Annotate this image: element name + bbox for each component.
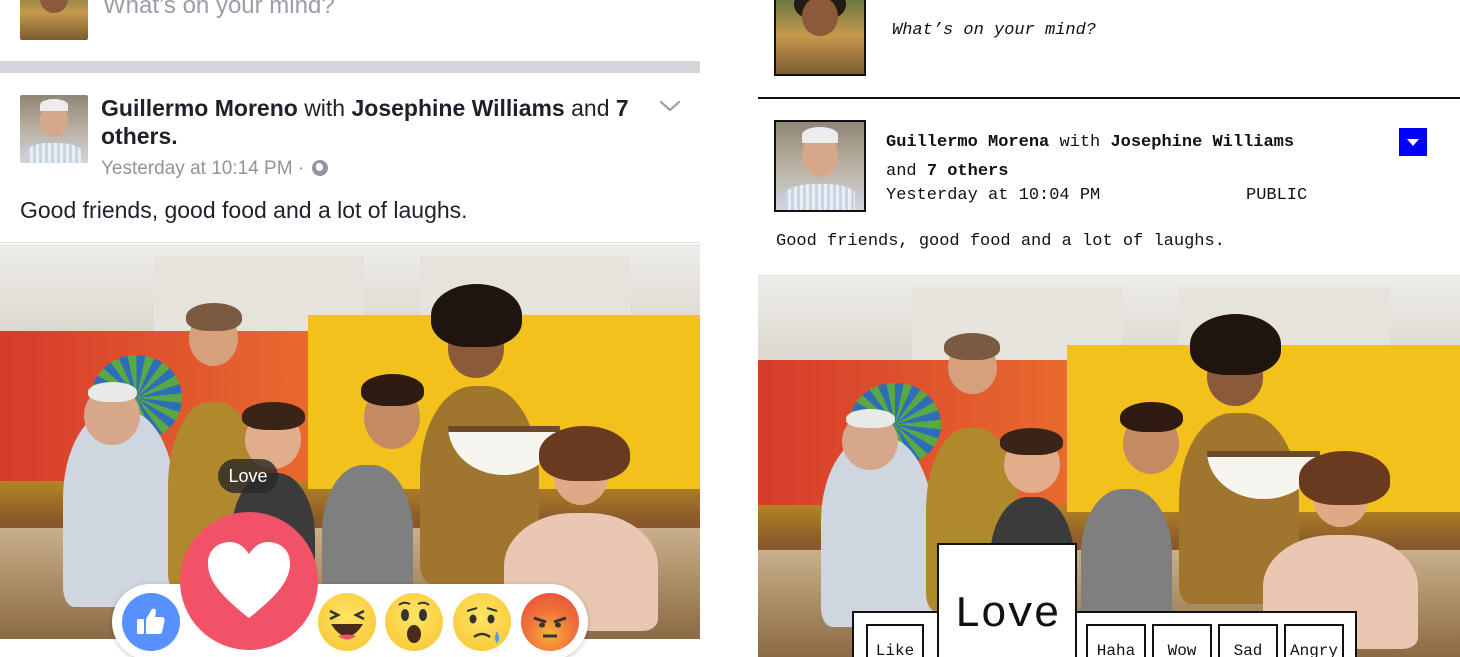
sad-face-icon [466,607,499,643]
wireframe-mockup-panel: What’s on your mind? Guillermo Morena wi… [758,0,1460,657]
author-name-link[interactable]: Guillermo Moreno [101,95,298,121]
feed-divider [758,97,1460,99]
others-link[interactable]: 7 others [927,162,1009,181]
love-reaction-button[interactable]: Love [937,543,1077,657]
wow-reaction-button[interactable]: Wow [1152,624,1212,657]
post-photo-border [0,242,700,243]
composer-input[interactable]: What’s on your mind? [892,21,1096,40]
and-text: and [886,162,917,181]
heart-icon [208,542,290,618]
reaction-tooltip: Love [218,459,278,493]
author-name-link[interactable]: Guillermo Morena [886,133,1049,152]
surprised-face-icon [398,601,430,643]
post-photo[interactable] [758,276,1460,657]
laughing-face-icon [329,609,365,640]
feed-divider [0,61,700,73]
angry-face-icon [533,616,567,638]
post-timestamp[interactable]: Yesterday at 10:14 PM [101,158,293,179]
post-meta: Yesterday at 10:14 PM · [101,158,329,180]
post-text: Good friends, good food and a lot of lau… [20,197,468,223]
facebook-mockup-panel: What’s on your mind? Guillermo Moreno wi… [0,0,700,657]
chevron-down-icon[interactable] [658,96,682,116]
haha-reaction-button[interactable] [318,593,376,651]
wow-reaction-button[interactable] [385,593,443,651]
and-text: and [571,95,610,121]
composer-avatar[interactable] [774,0,866,76]
haha-reaction-button[interactable]: Haha [1086,624,1146,657]
like-reaction-button[interactable] [122,593,180,651]
angry-reaction-button[interactable]: Angry [1284,624,1344,657]
like-reaction-button[interactable]: Like [866,624,924,657]
author-avatar[interactable] [774,120,866,212]
globe-icon[interactable] [312,160,329,176]
composer-avatar[interactable] [20,0,88,40]
post-author-line: Guillermo Moreno with Josephine Williams… [101,94,641,150]
author-avatar[interactable] [20,95,88,163]
tagged-friend-link[interactable]: Josephine Williams [351,95,564,121]
tagged-friend-link[interactable]: Josephine Williams [1110,133,1294,152]
post-text: Good friends, good food and a lot of lau… [776,232,1225,251]
sad-reaction-button[interactable] [453,593,511,651]
love-reaction-button[interactable] [180,512,318,650]
thumbs-up-icon [137,608,165,634]
meta-separator: · [297,158,305,179]
post-timestamp[interactable]: Yesterday at 10:04 PM [886,186,1100,205]
composer-input[interactable]: What’s on your mind? [103,0,335,20]
post-author-line: Guillermo Morena with Josephine Williams… [886,128,1326,186]
with-text: with [1059,133,1101,152]
angry-reaction-button[interactable] [521,593,579,651]
with-text: with [304,95,346,121]
privacy-label[interactable]: PUBLIC [1246,186,1307,205]
post-photo[interactable] [0,244,700,639]
post-menu-button[interactable] [1399,128,1427,156]
sad-reaction-button[interactable]: Sad [1218,624,1278,657]
